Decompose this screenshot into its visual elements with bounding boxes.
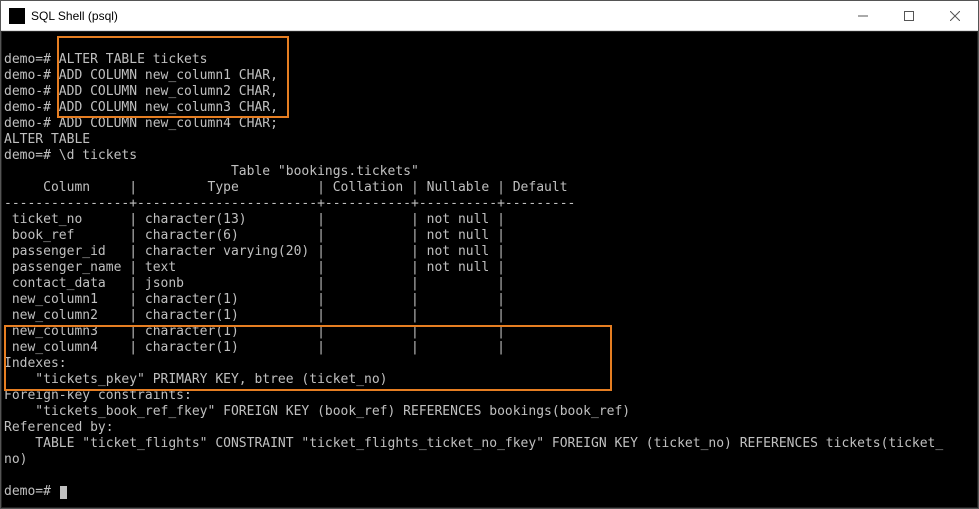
window-title: SQL Shell (psql) (31, 9, 840, 23)
output-line: "tickets_book_ref_fkey" FOREIGN KEY (boo… (4, 404, 630, 419)
prompt: demo-# (4, 84, 59, 99)
section-label: Indexes: (4, 356, 67, 371)
psql-window: SQL Shell (psql) demo=# ALTER TABLE tick… (0, 0, 979, 509)
table-row: passenger_id | character varying(20) | |… (4, 244, 505, 259)
table-divider: ----------------+-----------------------… (4, 196, 575, 211)
sql-line: ADD COLUMN new_column3 CHAR, (59, 100, 278, 115)
titlebar: SQL Shell (psql) (1, 1, 978, 31)
section-label: Referenced by: (4, 420, 114, 435)
table-row: book_ref | character(6) | | not null | (4, 228, 505, 243)
minimize-button[interactable] (840, 1, 886, 30)
terminal-area[interactable]: demo=# ALTER TABLE tickets demo-# ADD CO… (1, 31, 978, 508)
sql-line: ADD COLUMN new_column1 CHAR, (59, 68, 278, 83)
prompt: demo-# (4, 116, 59, 131)
table-row: new_column3 | character(1) | | | (4, 324, 505, 339)
output-line: ALTER TABLE (4, 132, 90, 147)
table-row: ticket_no | character(13) | | not null | (4, 212, 505, 227)
table-header: Column | Type | Collation | Nullable | D… (4, 180, 568, 195)
prompt: demo-# (4, 100, 59, 115)
app-icon (9, 8, 25, 24)
table-title: Table "bookings.tickets" (4, 164, 419, 179)
prompt: demo=# (4, 484, 59, 499)
table-row: new_column2 | character(1) | | | (4, 308, 505, 323)
cursor (60, 486, 67, 499)
table-row: contact_data | jsonb | | | (4, 276, 505, 291)
output-line: no) (4, 452, 27, 467)
table-row: new_column1 | character(1) | | | (4, 292, 505, 307)
output-line: "tickets_pkey" PRIMARY KEY, btree (ticke… (4, 372, 388, 387)
prompt: demo-# (4, 68, 59, 83)
section-label: Foreign-key constraints: (4, 388, 192, 403)
close-button[interactable] (932, 1, 978, 30)
sql-line: ADD COLUMN new_column2 CHAR, (59, 84, 278, 99)
sql-line: ALTER TABLE tickets (59, 52, 208, 67)
sql-line: ADD COLUMN new_column4 CHAR; (59, 116, 278, 131)
prompt: demo=# (4, 52, 59, 67)
output-line: TABLE "ticket_flights" CONSTRAINT "ticke… (4, 436, 943, 451)
table-row: passenger_name | text | | not null | (4, 260, 505, 275)
prompt: demo=# (4, 148, 59, 163)
window-controls (840, 1, 978, 30)
sql-line: \d tickets (59, 148, 137, 163)
table-row: new_column4 | character(1) | | | (4, 340, 505, 355)
maximize-button[interactable] (886, 1, 932, 30)
